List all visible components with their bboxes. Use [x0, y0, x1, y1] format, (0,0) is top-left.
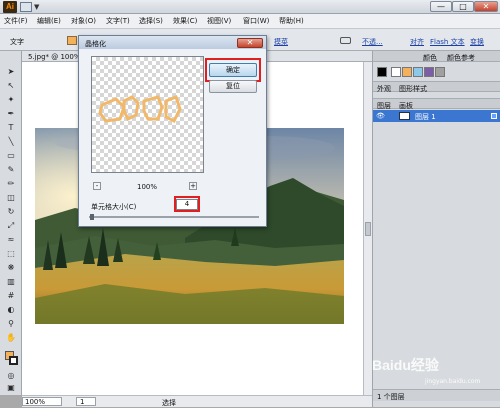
opacity-link[interactable]: 不透... — [362, 37, 383, 47]
magic-wand-tool-icon[interactable]: ✦ — [4, 95, 18, 105]
graph-tool-icon[interactable]: ▥ — [4, 277, 18, 287]
menu-select[interactable]: 选择(S) — [139, 16, 163, 26]
status-bar: 100% 1 选择 — [22, 395, 372, 407]
swatch-2[interactable] — [402, 67, 412, 77]
menu-object[interactable]: 对象(O) — [71, 16, 96, 26]
visibility-eye-icon[interactable]: 👁 — [376, 112, 385, 120]
align-link[interactable]: 对齐 — [410, 37, 424, 47]
layers-panel-tabs: 图层 画板 — [373, 98, 500, 110]
paintbrush-tool-icon[interactable]: ✎ — [4, 165, 18, 175]
scale-tool-icon[interactable]: ⤢ — [4, 221, 18, 231]
title-bar: Ai ▼ — □ ✕ — [0, 0, 500, 14]
black-swatch[interactable] — [377, 67, 387, 77]
direct-selection-tool-icon[interactable]: ↖ — [4, 81, 18, 91]
artboard-page-select[interactable]: 1 — [76, 397, 96, 406]
vertical-scrollbar[interactable] — [363, 62, 372, 395]
preview-crystallized-text-icon — [98, 95, 182, 124]
selection-tool-icon[interactable]: ➤ — [4, 67, 18, 77]
layers-count: 1 个图层 — [377, 393, 405, 401]
menu-window[interactable]: 窗口(W) — [243, 16, 269, 26]
tab-appearance[interactable]: 外观 — [377, 84, 391, 94]
transform-link[interactable]: 变换 — [470, 37, 484, 47]
gradient-tool-icon[interactable]: ◐ — [4, 305, 18, 315]
layer-row[interactable]: 👁 图层 1 — [373, 110, 500, 122]
mesh-tool-icon[interactable]: # — [4, 291, 18, 301]
close-window-button[interactable]: ✕ — [474, 1, 498, 12]
zoom-out-button[interactable]: - — [93, 182, 101, 190]
right-panels: 颜色 颜色参考 外观 图形样式 图层 画板 👁 图层 1 1 个图层 — [372, 51, 500, 407]
preview-zoom-percent: 100% — [137, 183, 158, 191]
menu-file[interactable]: 文件(F) — [4, 16, 28, 26]
tool-name-label: 文字 — [10, 38, 24, 46]
cell-size-input[interactable]: 4 — [176, 199, 198, 210]
baidu-watermark: Baidu经验 — [372, 357, 439, 373]
line-tool-icon[interactable]: ╲ — [4, 137, 18, 147]
rotate-tool-icon[interactable]: ↻ — [4, 207, 18, 217]
vertical-scroll-thumb[interactable] — [365, 222, 371, 236]
page-value: 1 — [80, 398, 85, 406]
menu-view[interactable]: 视图(V) — [207, 16, 231, 26]
zoom-value: 100% — [25, 398, 46, 406]
reset-button[interactable]: 复位 — [209, 80, 257, 93]
maximize-button[interactable]: □ — [452, 1, 474, 12]
trace-link[interactable]: 摸菜 — [274, 37, 288, 47]
filter-preview[interactable] — [91, 56, 204, 173]
hand-tool-icon[interactable]: ✋ — [4, 333, 18, 343]
pencil-tool-icon[interactable]: ✏ — [4, 179, 18, 189]
menu-edit[interactable]: 编辑(E) — [37, 16, 61, 26]
ok-button[interactable]: 确定 — [209, 63, 257, 77]
symbol-sprayer-tool-icon[interactable]: ❋ — [4, 263, 18, 273]
stroke-color-box[interactable] — [9, 356, 18, 365]
free-transform-tool-icon[interactable]: ⬚ — [4, 249, 18, 259]
eyedropper-tool-icon[interactable]: ⚲ — [4, 319, 18, 329]
tab-graphic-styles[interactable]: 图形样式 — [399, 84, 427, 94]
menu-effect[interactable]: 效果(C) — [173, 16, 197, 26]
cell-size-slider-thumb[interactable] — [90, 214, 94, 220]
cell-size-slider[interactable] — [89, 216, 259, 218]
rectangle-tool-icon[interactable]: ▭ — [4, 151, 18, 161]
type-tool-icon[interactable]: T — [4, 123, 18, 133]
cell-size-label: 单元格大小(C) — [91, 203, 137, 211]
layer-thumbnail — [399, 112, 410, 120]
shape-icon[interactable] — [340, 37, 351, 44]
fill-color-swatch[interactable] — [67, 36, 77, 45]
swatch-1[interactable] — [391, 67, 401, 77]
crystallize-dialog: 晶格化 ✕ 确定 复位 - 100% + 单元格大小(C) 4 — [78, 35, 267, 227]
flash-text-link[interactable]: Flash 文本 — [430, 37, 465, 47]
warp-tool-icon[interactable]: ≈ — [4, 235, 18, 245]
dialog-title: 晶格化 — [85, 40, 106, 48]
eraser-tool-icon[interactable]: ◫ — [4, 193, 18, 203]
baidu-watermark-url: jingyan.baidu.com — [425, 378, 481, 385]
app-logo: Ai — [3, 1, 17, 13]
dialog-close-button[interactable]: ✕ — [237, 38, 263, 48]
layer-target-icon[interactable] — [491, 113, 497, 119]
layer-name[interactable]: 图层 1 — [415, 112, 436, 122]
swatch-4[interactable] — [424, 67, 434, 77]
screen-mode-icon[interactable]: ▣ — [4, 383, 18, 393]
tab-color-guide[interactable]: 颜色参考 — [447, 53, 475, 63]
arrange-documents-icon[interactable] — [20, 2, 32, 12]
menu-bar: 文件(F) 编辑(E) 对象(O) 文字(T) 选择(S) 效果(C) 视图(V… — [0, 14, 500, 29]
pen-tool-icon[interactable]: ✒ — [4, 109, 18, 119]
menu-type[interactable]: 文字(T) — [106, 16, 130, 26]
dialog-title-bar[interactable]: 晶格化 ✕ — [79, 36, 266, 49]
color-panel-tabs: 颜色 颜色参考 — [373, 51, 500, 62]
document-tab-label: 5.jpg* @ 100% — [28, 53, 81, 61]
layers-footer: 1 个图层 — [373, 389, 500, 401]
menu-help[interactable]: 帮助(H) — [279, 16, 304, 26]
swatch-5[interactable] — [435, 67, 445, 77]
swatch-3[interactable] — [413, 67, 423, 77]
arrange-dropdown-icon[interactable]: ▼ — [34, 3, 39, 11]
zoom-select[interactable]: 100% — [22, 397, 62, 406]
minimize-button[interactable]: — — [430, 1, 452, 12]
zoom-in-button[interactable]: + — [189, 182, 197, 190]
swatch-row — [375, 65, 499, 79]
tools-panel: ➤ ↖ ✦ ✒ T ╲ ▭ ✎ ✏ ◫ ↻ ⤢ ≈ ⬚ ❋ ▥ # ◐ ⚲ ✋ … — [0, 51, 22, 395]
draw-mode-icon[interactable]: ◎ — [4, 371, 18, 381]
tab-color[interactable]: 颜色 — [423, 53, 437, 63]
appearance-panel-tabs: 外观 图形样式 — [373, 81, 500, 94]
